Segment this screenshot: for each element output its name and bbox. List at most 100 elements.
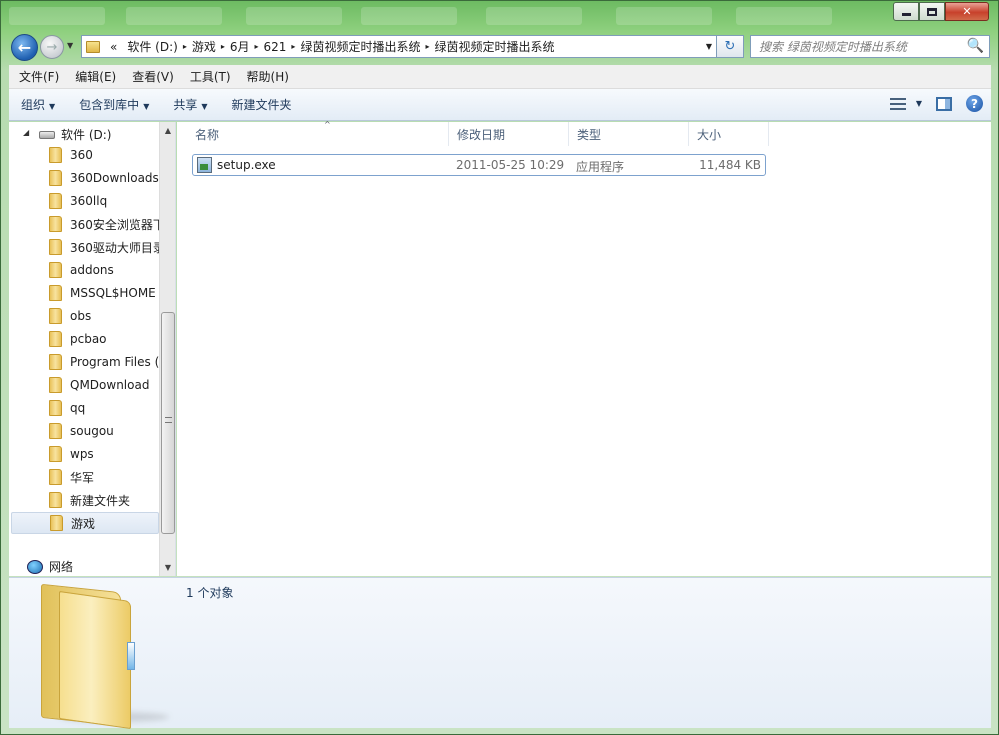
tree-folder-label: addons [70, 263, 114, 277]
tree-folder[interactable]: qq [49, 397, 159, 419]
menu-view[interactable]: 查看(V) [124, 68, 182, 85]
breadcrumb-separator[interactable]: ▸ [183, 42, 187, 51]
preview-pane-icon[interactable] [936, 96, 952, 111]
tree-folder[interactable]: MSSQL$HOME [49, 282, 159, 304]
column-header-size[interactable]: 大小 [689, 122, 769, 146]
column-name-label: 名称 [195, 127, 220, 142]
tree-folder-label: 360Downloads [70, 171, 159, 185]
forward-arrow-icon: → [46, 39, 58, 55]
column-header-modified[interactable]: 修改日期 [449, 122, 569, 146]
folder-icon [49, 331, 62, 347]
folder-icon [86, 40, 100, 53]
folder-icon [49, 400, 62, 416]
ghost-tab [616, 7, 712, 25]
navigation-pane: ◢ 软件 (D:) 360 360Downloads 360llq 360安全浏… [9, 122, 176, 576]
navpane-scrollbar[interactable]: ▲ ▼ [159, 122, 175, 576]
tree-folder[interactable]: QMDownload [49, 374, 159, 396]
close-icon: ✕ [962, 5, 972, 18]
folder-icon [49, 446, 62, 462]
column-header-name[interactable]: 名称 ^ [187, 120, 449, 146]
organize-label: 组织 [21, 98, 46, 112]
background-taskbar-ghost [1, 1, 881, 31]
view-list-icon [889, 97, 906, 110]
grip-icon [165, 417, 172, 423]
file-name: setup.exe [217, 158, 276, 172]
tree-folder[interactable]: addons [49, 259, 159, 281]
ghost-tab [361, 7, 457, 25]
breadcrumb-overflow[interactable]: « [110, 40, 117, 54]
include-in-library-button[interactable]: 包含到库中 ▼ [67, 96, 161, 113]
minimize-button[interactable] [893, 2, 919, 21]
drive-label: 软件 (D:) [61, 128, 112, 142]
file-row[interactable]: setup.exe 2011-05-25 10:29 应用程序 11,484 K… [192, 154, 766, 176]
close-button[interactable]: ✕ [945, 2, 989, 21]
drive-icon [39, 130, 55, 139]
tree-folder-label: 新建文件夹 [70, 493, 131, 508]
menu-file[interactable]: 文件(F) [11, 68, 67, 85]
back-button[interactable]: ← [11, 34, 38, 61]
tree-folder[interactable]: Program Files ( [49, 351, 159, 373]
tree-network[interactable]: 网络 [27, 558, 73, 575]
expander-icon[interactable]: ◢ [23, 128, 29, 137]
refresh-icon: ↻ [724, 39, 736, 54]
tree-drive-d[interactable]: 软件 (D:) [39, 126, 111, 143]
chevron-down-icon: ▼ [49, 102, 56, 111]
breadcrumb-separator[interactable]: ▸ [291, 42, 295, 51]
breadcrumb-item[interactable]: 软件 (D:) [127, 38, 177, 55]
recent-pages-dropdown[interactable]: ▼ [67, 41, 73, 50]
breadcrumb-item[interactable]: 6月 [230, 38, 250, 55]
tree-folder[interactable]: 360 [49, 144, 159, 166]
command-bar-right: ▼ ? [889, 95, 983, 112]
ghost-tab [736, 7, 832, 25]
search-icon[interactable]: 🔍 [967, 38, 984, 54]
tree-folder-label: qq [70, 401, 86, 415]
folder-icon [50, 515, 63, 531]
address-bar[interactable]: « 软件 (D:) ▸ 游戏 ▸ 6月 ▸ 621 ▸ 绿茵视频定时播出系统 ▸… [81, 35, 717, 58]
tree-folder[interactable]: sougou [49, 420, 159, 442]
scroll-down-icon[interactable]: ▼ [160, 559, 175, 576]
tree-folder[interactable]: 360驱动大师目录 [49, 236, 159, 258]
file-size: 11,484 KB [699, 158, 761, 172]
tree-folder[interactable]: obs [49, 305, 159, 327]
share-button[interactable]: 共享 ▼ [161, 96, 219, 113]
menu-tools[interactable]: 工具(T) [182, 68, 239, 85]
tree-folder[interactable]: 360llq [49, 190, 159, 212]
tree-folder[interactable]: 360安全浏览器下 [49, 213, 159, 235]
scroll-up-icon[interactable]: ▲ [160, 122, 175, 139]
column-header-type[interactable]: 类型 [569, 122, 689, 146]
address-dropdown-icon[interactable]: ▼ [706, 42, 712, 51]
breadcrumb-item[interactable]: 游戏 [192, 38, 216, 55]
tree-folder-selected[interactable]: 游戏 [11, 512, 159, 534]
tree-folder-label: 360 [70, 148, 93, 162]
scrollbar-thumb[interactable] [161, 312, 175, 534]
menu-help[interactable]: 帮助(H) [239, 68, 297, 85]
tree-folder[interactable]: pcbao [49, 328, 159, 350]
menu-bar: 文件(F) 编辑(E) 查看(V) 工具(T) 帮助(H) [9, 65, 991, 89]
help-icon[interactable]: ? [966, 95, 983, 112]
refresh-button[interactable]: ↻ [717, 35, 744, 58]
tree-folder[interactable]: 华军 [49, 466, 159, 488]
tree-folder[interactable]: 新建文件夹 [49, 489, 159, 511]
breadcrumb-separator[interactable]: ▸ [425, 42, 429, 51]
folder-icon [49, 147, 62, 163]
breadcrumb-item[interactable]: 绿茵视频定时播出系统 [434, 38, 554, 55]
chevron-down-icon: ▼ [915, 99, 922, 108]
breadcrumb-separator[interactable]: ▸ [255, 42, 259, 51]
change-view-button[interactable]: ▼ [889, 97, 922, 110]
folder-icon [49, 377, 62, 393]
command-bar: 组织 ▼ 包含到库中 ▼ 共享 ▼ 新建文件夹 ▼ ? [9, 89, 991, 121]
details-pane: 1 个对象 [9, 577, 991, 730]
maximize-button[interactable] [919, 2, 945, 21]
tree-folder[interactable]: 360Downloads [49, 167, 159, 189]
forward-button[interactable]: → [40, 35, 64, 59]
organize-button[interactable]: 组织 ▼ [9, 96, 67, 113]
tree-folder[interactable]: wps [49, 443, 159, 465]
breadcrumb-separator[interactable]: ▸ [221, 42, 225, 51]
breadcrumb-item[interactable]: 绿茵视频定时播出系统 [300, 38, 420, 55]
new-folder-button[interactable]: 新建文件夹 [220, 96, 304, 113]
breadcrumb-item[interactable]: 621 [264, 40, 287, 54]
folder-icon [49, 423, 62, 439]
menu-edit[interactable]: 编辑(E) [67, 68, 124, 85]
search-input[interactable]: 搜索 绿茵视频定时播出系统 🔍 [750, 35, 990, 58]
folder-icon [49, 492, 62, 508]
